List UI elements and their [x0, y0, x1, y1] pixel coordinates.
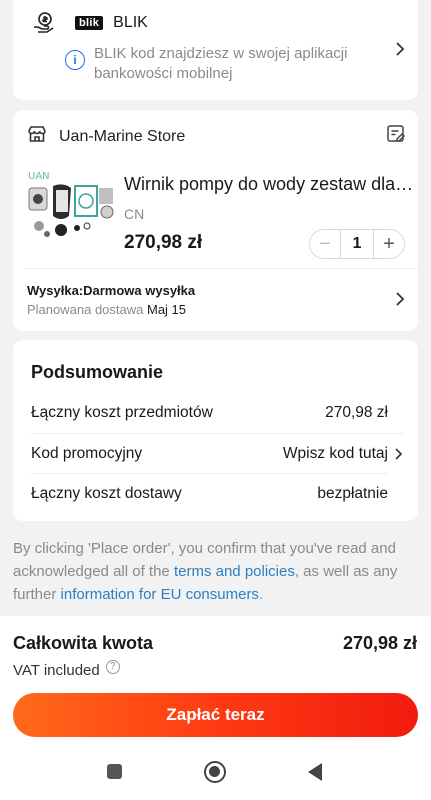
help-icon[interactable]: ? — [105, 659, 120, 674]
checkout-footer: Całkowita kwota 270,98 zł VAT included ?… — [0, 616, 431, 800]
product-title[interactable]: Wirnik pompy do wody zestaw dla Yamaha — [124, 174, 414, 195]
summary-row-label: Łączny koszt przedmiotów — [31, 404, 213, 421]
home-icon[interactable] — [204, 761, 226, 783]
summary-title: Podsumowanie — [31, 362, 164, 382]
summary-row-shipping-cost: Łączny koszt dostawy bezpłatnie — [31, 473, 388, 513]
terms-policies-link[interactable]: terms and policies — [174, 563, 295, 580]
promo-code-entry[interactable]: Wpisz kod tutaj — [283, 445, 404, 463]
payment-method-name: BLIK — [113, 14, 148, 31]
quantity-stepper: − 1 + — [309, 229, 405, 259]
promo-code-placeholder: Wpisz kod tutaj — [282, 444, 388, 462]
quantity-value[interactable]: 1 — [340, 230, 374, 258]
vat-label: VAT included — [13, 662, 100, 679]
eu-consumers-info-link[interactable]: information for EU consumers — [61, 586, 259, 603]
summary-row-value: 270,98 zł — [325, 404, 388, 421]
pay-now-button[interactable]: Zapłać teraz — [13, 693, 418, 737]
back-icon[interactable] — [308, 763, 322, 781]
note-edit-icon[interactable] — [386, 124, 406, 149]
chevron-right-icon[interactable] — [394, 40, 406, 63]
summary-row-value: bezpłatnie — [317, 484, 388, 502]
chevron-right-icon[interactable] — [394, 290, 406, 313]
disclaimer-text: . — [258, 586, 264, 603]
payment-info: i BLIK kod znajdziesz w swojej aplikacji… — [65, 44, 385, 84]
recent-apps-icon[interactable] — [107, 764, 122, 779]
info-icon: i — [65, 50, 85, 70]
product-thumbnail[interactable]: UAN — [25, 168, 125, 250]
product-origin: CN — [124, 206, 145, 222]
divider — [25, 268, 418, 269]
shipping-method[interactable]: Wysyłka:Darmowa wysyłka — [27, 283, 195, 298]
store-icon — [27, 124, 47, 149]
blik-logo: blik — [75, 16, 104, 30]
summary-row-label: Łączny koszt dostawy — [31, 484, 182, 502]
order-disclaimer: By clicking 'Place order', you confirm t… — [13, 537, 419, 606]
delivery-date: Maj 15 — [146, 302, 187, 317]
payment-info-text: BLIK kod znajdziesz w swojej aplikacji b… — [94, 45, 348, 82]
quantity-decrease-button[interactable]: − — [310, 230, 340, 258]
coin-hand-icon — [31, 10, 57, 36]
store-header[interactable]: Uan-Marine Store — [27, 124, 185, 149]
payment-method-card[interactable]: blik BLIK i BLIK kod znajdziesz w swojej… — [13, 0, 418, 100]
store-name: Uan-Marine Store — [59, 127, 186, 145]
total-label: Całkowita kwota — [13, 633, 154, 653]
payment-method-row: blik BLIK — [31, 10, 148, 36]
delivery-estimate: Planowana dostawa Maj 15 — [27, 302, 186, 317]
summary-row-promo-code[interactable]: Kod promocyjny Wpisz kod tutaj — [31, 433, 404, 473]
system-nav-bar — [0, 744, 431, 800]
store-card: Uan-Marine Store UAN Wirnik pompy do wod… — [13, 110, 418, 331]
summary-row-label: Kod promocyjny — [31, 444, 143, 462]
chevron-right-icon — [395, 447, 403, 460]
product-price: 270,98 zł — [124, 232, 203, 253]
order-summary-card: Podsumowanie Łączny koszt przedmiotów 27… — [13, 340, 418, 521]
svg-text:UAN: UAN — [28, 171, 50, 182]
vat-note: VAT included ? — [13, 659, 120, 679]
quantity-increase-button[interactable]: + — [374, 230, 404, 258]
total-value: 270,98 zł — [342, 633, 417, 653]
summary-row-items-cost: Łączny koszt przedmiotów 270,98 zł — [31, 393, 388, 433]
delivery-prefix: Planowana dostawa — [27, 302, 144, 317]
